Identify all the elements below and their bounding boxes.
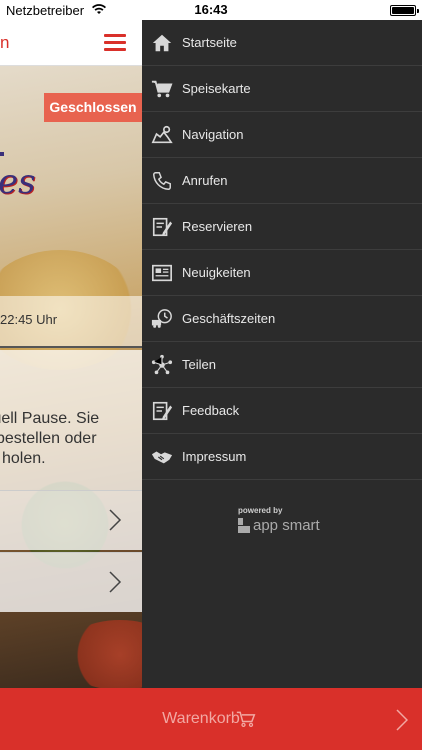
notice-box: tuell Pause. Sie bestellen oder holen. xyxy=(0,350,142,490)
clock: 16:43 xyxy=(194,2,228,17)
share-icon xyxy=(142,342,182,388)
cart-icon xyxy=(142,66,182,112)
hamburger-menu-icon[interactable] xyxy=(104,34,126,51)
feedback-icon xyxy=(142,388,182,434)
menu-item-teilen[interactable]: Teilen xyxy=(142,342,422,388)
logo-dot xyxy=(0,152,4,156)
delivery-clock-icon xyxy=(142,296,182,342)
reserve-icon xyxy=(142,204,182,250)
menu-item-label: Geschäftszeiten xyxy=(182,311,276,326)
brand-name: app smart xyxy=(253,517,320,534)
menu-item-label: Startseite xyxy=(182,35,237,50)
menu-item-label: Teilen xyxy=(182,357,216,372)
status-bar: Netzbetreiber 16:43 xyxy=(0,0,422,20)
main-page: n Geschlossen es 22:45 Uhr tuell Pause. … xyxy=(0,20,142,688)
background-image-detail-2 xyxy=(60,620,142,688)
menu-item-geschaeftszeiten[interactable]: Geschäftszeiten xyxy=(142,296,422,342)
cart-label: Warenkorb xyxy=(162,710,240,727)
menu-item-navigation[interactable]: Navigation xyxy=(142,112,422,158)
menu-item-label: Navigation xyxy=(182,127,244,142)
home-icon xyxy=(142,20,182,66)
powered-by-text: powered by xyxy=(238,506,283,515)
side-menu: Startseite Speisekarte Navigation Anrufe… xyxy=(142,20,422,688)
notice-line: bestellen oder xyxy=(0,430,97,447)
menu-item-anrufen[interactable]: Anrufen xyxy=(142,158,422,204)
cart-bar[interactable]: Warenkorb xyxy=(0,688,422,750)
menu-item-startseite[interactable]: Startseite xyxy=(142,20,422,66)
page-title: n xyxy=(0,33,10,52)
menu-item-label: Reservieren xyxy=(182,219,253,234)
appsmart-logo-icon xyxy=(238,517,250,534)
menu-item-impressum[interactable]: Impressum xyxy=(142,434,422,480)
notice-line: tuell Pause. Sie xyxy=(0,410,100,427)
opening-hours: 22:45 Uhr xyxy=(0,296,142,348)
chevron-right-icon xyxy=(109,571,122,593)
news-icon xyxy=(142,250,182,296)
brand-logo: app smart xyxy=(238,517,320,534)
restaurant-logo: es xyxy=(0,162,36,202)
menu-item-label: Neuigkeiten xyxy=(182,265,251,280)
notice-line: holen. xyxy=(2,450,46,467)
menu-item-label: Impressum xyxy=(182,449,247,464)
battery-icon xyxy=(390,5,419,16)
main-header: n xyxy=(0,20,142,66)
menu-item-feedback[interactable]: Feedback xyxy=(142,388,422,434)
menu-item-reservieren[interactable]: Reservieren xyxy=(142,204,422,250)
menu-item-label: Feedback xyxy=(182,403,240,418)
menu-item-speisekarte[interactable]: Speisekarte xyxy=(142,66,422,112)
menu-item-label: Speisekarte xyxy=(182,81,251,96)
cart-icon xyxy=(236,711,256,727)
handshake-icon xyxy=(142,434,182,480)
list-item[interactable] xyxy=(0,490,142,550)
powered-by-logo: powered by app smart xyxy=(238,506,320,534)
phone-icon xyxy=(142,158,182,204)
menu-item-neuigkeiten[interactable]: Neuigkeiten xyxy=(142,250,422,296)
status-badge: Geschlossen xyxy=(44,93,142,122)
chevron-right-icon xyxy=(396,709,408,731)
list-item[interactable] xyxy=(0,552,142,612)
menu-item-label: Anrufen xyxy=(182,173,228,188)
chevron-right-icon xyxy=(109,509,122,531)
map-icon xyxy=(142,112,182,158)
